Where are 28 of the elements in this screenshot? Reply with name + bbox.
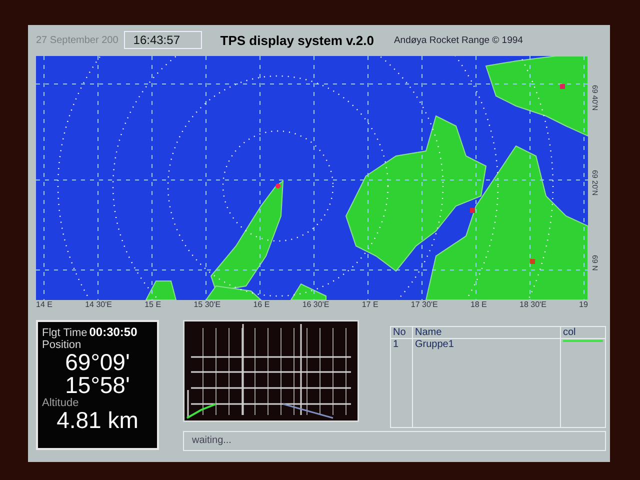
credit-text: Andøya Rocket Range © 1994 [394, 34, 523, 46]
longitude-label: 18 30'E [520, 300, 546, 311]
position-label: Position [42, 339, 82, 351]
flight-time-label: Flgt Time [42, 327, 88, 339]
longitude-label: 14 E [36, 300, 52, 311]
table-cell: Gruppe1 [413, 339, 561, 350]
clock-field: 16:43:57 [124, 31, 202, 49]
app-title: TPS display system v.2.0 [220, 32, 374, 48]
status-field: waiting... [183, 431, 606, 451]
flight-time-value: 00:30:50 [89, 325, 138, 339]
latitude-value: 69°09' [64, 351, 131, 374]
column-header: col [562, 327, 577, 338]
longitude-label: 17 E [362, 300, 378, 311]
longitude-label: 16 30'E [302, 300, 330, 311]
longitude-label: 15 30'E [194, 300, 221, 311]
table-cell: 1 [391, 339, 413, 350]
altitude-label: Altitude [42, 397, 80, 409]
altitude-value: 4.81 km [56, 409, 140, 432]
longitude-label: 18 E [470, 300, 487, 311]
longitude-label: 19 [579, 300, 588, 311]
longitude-label: 15 E [144, 300, 162, 311]
longitude-label: 17 30'E [410, 300, 438, 311]
column-header: Name [413, 327, 561, 338]
longitude-value: 15°58' [64, 374, 131, 397]
date-text: 27 September 200 [36, 34, 118, 46]
longitude-label: 16 E [253, 300, 270, 311]
longitude-label: 14 30'E [85, 300, 112, 311]
column-header: No [391, 327, 413, 338]
